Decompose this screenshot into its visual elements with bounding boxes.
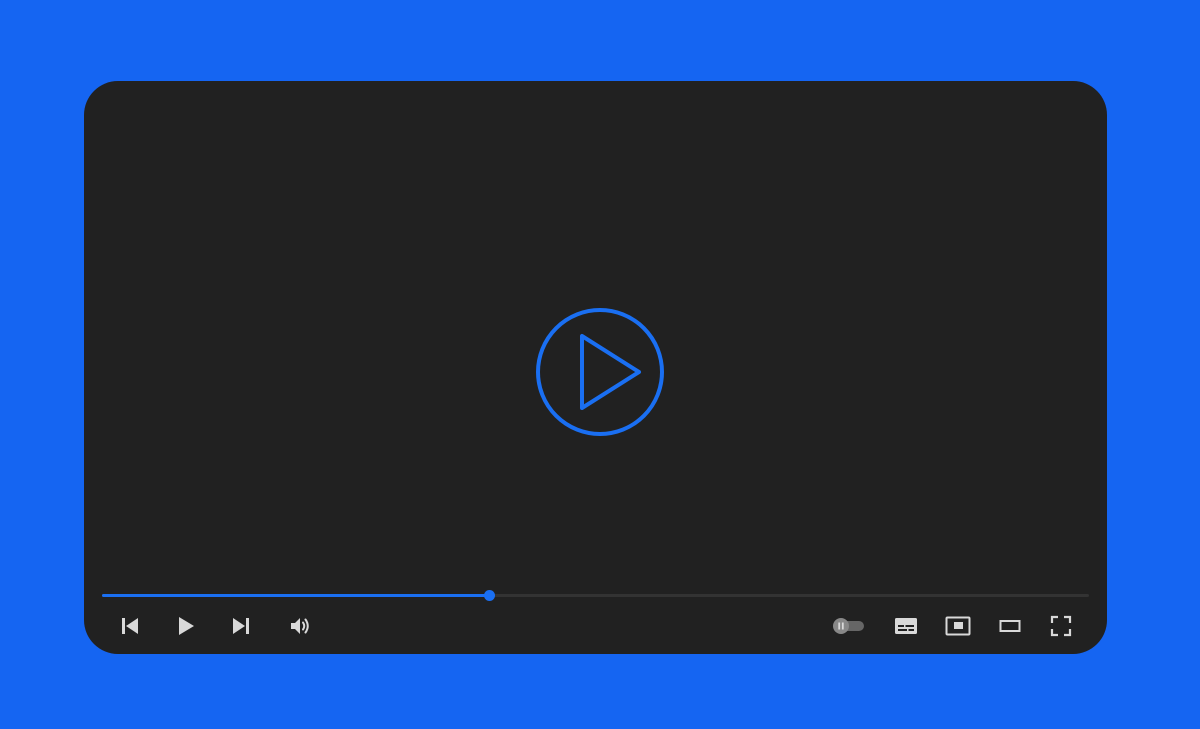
theater-mode-icon bbox=[999, 620, 1021, 632]
subtitles-button[interactable] bbox=[892, 612, 920, 640]
volume-button[interactable] bbox=[287, 612, 313, 640]
subtitles-icon bbox=[895, 618, 917, 634]
next-button[interactable] bbox=[229, 612, 253, 640]
big-play-button[interactable] bbox=[535, 307, 665, 437]
progress-played bbox=[102, 594, 489, 597]
miniplayer-icon bbox=[945, 616, 971, 636]
play-circle-icon bbox=[536, 308, 664, 436]
skip-previous-icon bbox=[122, 618, 138, 634]
play-button[interactable] bbox=[174, 612, 198, 640]
miniplayer-button[interactable] bbox=[944, 612, 972, 640]
previous-button[interactable] bbox=[118, 612, 142, 640]
theater-mode-button[interactable] bbox=[996, 612, 1024, 640]
fullscreen-icon bbox=[1050, 615, 1072, 637]
autoplay-toggle[interactable] bbox=[830, 612, 866, 640]
progress-scrubber-handle[interactable] bbox=[483, 590, 495, 601]
play-icon bbox=[179, 617, 194, 635]
skip-next-icon bbox=[233, 618, 249, 634]
fullscreen-button[interactable] bbox=[1047, 612, 1075, 640]
volume-icon bbox=[291, 618, 309, 634]
video-player bbox=[84, 81, 1107, 654]
progress-bar[interactable] bbox=[102, 590, 1089, 601]
autoplay-toggle-icon bbox=[833, 618, 864, 634]
